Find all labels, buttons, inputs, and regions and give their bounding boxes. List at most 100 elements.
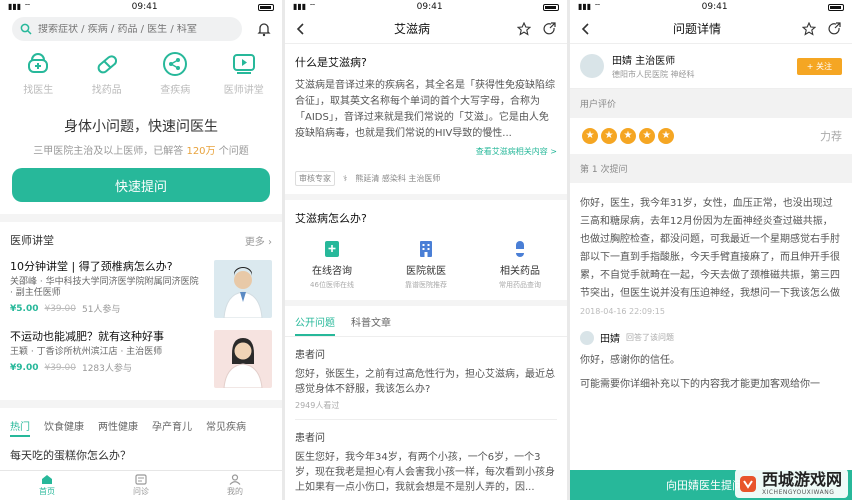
cat-label: 查疾病	[160, 85, 191, 96]
back-icon[interactable]	[580, 22, 592, 36]
chevron-right-icon: ›	[268, 236, 272, 248]
page-title: 问题详情	[672, 22, 721, 36]
bottom-nav: 首页 问诊 我的	[0, 470, 282, 500]
cat-label: 医师讲堂	[223, 85, 264, 96]
service-name: 相关药品	[500, 266, 540, 277]
services-row: 在线咨询 46位医师在线 医院就医 靠谱医院推荐 相关药品 常用药品查询	[285, 226, 567, 290]
service-name: 在线咨询	[312, 266, 352, 277]
topic-tabs: 热门 饮食健康 两性健康 孕产育儿 常见疾病	[0, 400, 282, 437]
asker-label: 患者问	[295, 433, 325, 444]
service-online-consult[interactable]: 在线咨询 46位医师在线	[287, 240, 377, 290]
search-box[interactable]	[12, 17, 242, 41]
service-hospital[interactable]: 医院就医 靠谱医院推荐	[381, 240, 471, 290]
medicine-icon	[516, 241, 524, 257]
tab-sexual-health[interactable]: 两性健康	[98, 418, 138, 437]
category-row: 找医生 找药品 查疾病 医师讲堂	[0, 41, 282, 96]
article-title[interactable]: 每天吃的蛋糕你怎么办？	[0, 437, 282, 463]
nav-label: 问诊	[133, 487, 149, 496]
question-tabs: 公开问题 科普文章	[285, 300, 567, 337]
search-icon	[20, 23, 32, 35]
tab-common-disease[interactable]: 常见疾病	[206, 418, 246, 437]
lecture-header: 医师讲堂 更多 ›	[0, 222, 282, 248]
home-icon	[42, 475, 52, 484]
quick-ask-button[interactable]: 快速提问	[12, 168, 270, 202]
doctor-name: 田婧 主治医师	[612, 56, 676, 67]
question-text: 你好，医生，我今年31岁，女性，血压正常，也没出现过三高和糖尿病，去年12月份因…	[580, 198, 840, 299]
video-icon	[232, 54, 255, 74]
doctor-female-image	[223, 338, 263, 388]
service-medicine[interactable]: 相关药品 常用药品查询	[475, 240, 565, 290]
screens: ▮▮▮ ⌔ 09:41 找医生 找药品 查疾病	[0, 0, 852, 500]
star-icon: ★	[658, 128, 674, 144]
service-desc: 常用药品查询	[499, 281, 541, 289]
hero-sub-post: 个问题	[218, 146, 249, 157]
tab-hot[interactable]: 热门	[10, 418, 30, 437]
cat-find-disease[interactable]: 查疾病	[145, 51, 205, 96]
doctor-hospital: 德阳市人民医院 神经科	[612, 70, 695, 79]
question-item[interactable]: 患者问 医生您好，我今年34岁，有两个小孩，一个6岁，一个3岁，现在我老是担心有…	[285, 420, 567, 495]
question-body: 医生您好，我今年34岁，有两个小孩，一个6岁，一个3岁，现在我老是担心有人会害我…	[295, 452, 555, 493]
how-question: 艾滋病怎么办?	[295, 212, 367, 225]
pill-icon	[97, 55, 117, 74]
reply-name: 田婧	[600, 334, 620, 345]
lecture-item[interactable]: 10分钟讲堂 | 得了颈椎病怎么办? 关邵峰 · 华中科技大学同济医学院附属同济…	[0, 248, 282, 318]
hero-subtitle: 三甲医院主治及以上医师，已解答 120万 个问题	[0, 142, 282, 157]
tab-articles[interactable]: 科普文章	[351, 314, 391, 336]
back-icon[interactable]	[295, 22, 307, 36]
service-desc: 靠谱医院推荐	[405, 281, 447, 289]
tab-public-questions[interactable]: 公开问题	[295, 314, 335, 336]
follow-button[interactable]: + 关注	[796, 57, 842, 75]
share-icon	[163, 52, 188, 76]
star-icon: ★	[620, 128, 636, 144]
top-bar: 艾滋病	[285, 14, 567, 44]
avatar	[580, 330, 594, 345]
star-outline-icon[interactable]	[801, 21, 816, 36]
watermark-sub: XICHENGYOUXIWANG	[761, 489, 835, 496]
profile-icon	[229, 474, 241, 485]
reviewer-row: 审核专家 ⚕ 熊延清 感染科 主治医师	[285, 157, 567, 194]
tab-parenting[interactable]: 孕产育儿	[152, 418, 192, 437]
reviewer-tag: 审核专家	[295, 171, 335, 186]
cat-find-doctor[interactable]: 找医生	[8, 51, 68, 96]
reviewer-icon: ⚕	[343, 174, 348, 183]
reply-text: 你好，感谢你的信任。	[580, 355, 680, 366]
nav-label: 首页	[39, 487, 55, 496]
avatar[interactable]	[580, 54, 604, 78]
star-outline-icon[interactable]	[516, 21, 531, 36]
lecture-count: 1283人参与	[81, 364, 132, 374]
more-content-link[interactable]: 查看艾滋病相关内容 >	[285, 142, 567, 157]
home-screen: ▮▮▮ ⌔ 09:41 找医生 找药品 查疾病	[0, 0, 282, 500]
lecture-count: 51人参与	[81, 305, 121, 315]
search-input[interactable]	[38, 23, 228, 35]
chat-plus-icon	[325, 241, 339, 257]
status-bar: ▮▮▮ ⌔ 09:41	[570, 0, 852, 14]
service-name: 医院就医	[406, 266, 446, 277]
bell-icon[interactable]	[256, 21, 272, 37]
lecture-orig-price: ¥39.00	[44, 362, 76, 373]
signal-icon: ▮▮▮ ⌔	[293, 2, 317, 11]
lecture-more-link[interactable]: 更多 ›	[245, 233, 272, 248]
doctor-male-image	[223, 267, 263, 318]
reply-sub: 回答了该问题	[626, 333, 674, 342]
doctor-row: 田婧 主治医师 德阳市人民医院 神经科 + 关注	[570, 44, 852, 89]
detail-screen: ▮▮▮ ⌔ 09:41 问题详情 田婧 主治医师 德阳市人民医院 神经科 + 关…	[570, 0, 852, 500]
lecture-item[interactable]: 不运动也能减肥？就有这种好事 王颖 · 丁香诊所杭州滨江店 · 主治医师 ¥9.…	[0, 318, 282, 388]
question-item[interactable]: 患者问 您好，张医生，之前有过高危性行为，担心艾滋病，最近总感觉身体不舒服，我该…	[285, 337, 567, 411]
round-label: 第 1 次提问	[570, 154, 852, 183]
cat-lecture[interactable]: 医师讲堂	[214, 51, 274, 96]
nav-consult[interactable]: 问诊	[133, 474, 149, 497]
reply-header: 田婧 回答了该问题	[570, 316, 852, 345]
status-time: 09:41	[416, 2, 443, 12]
share-icon[interactable]	[543, 21, 557, 36]
nav-profile[interactable]: 我的	[227, 474, 243, 497]
doctor-icon	[28, 53, 49, 73]
cat-find-medicine[interactable]: 找药品	[77, 51, 137, 96]
nav-home[interactable]: 首页	[39, 474, 55, 497]
status-bar: ▮▮▮ ⌔ 09:41	[0, 0, 282, 14]
share-icon[interactable]	[828, 21, 842, 36]
hero-title: 身体小问题，快速问医生	[64, 119, 218, 135]
doctor-photo	[214, 260, 272, 318]
battery-icon	[828, 3, 844, 11]
more-label: 更多	[244, 236, 265, 248]
tab-diet[interactable]: 饮食健康	[44, 418, 84, 437]
